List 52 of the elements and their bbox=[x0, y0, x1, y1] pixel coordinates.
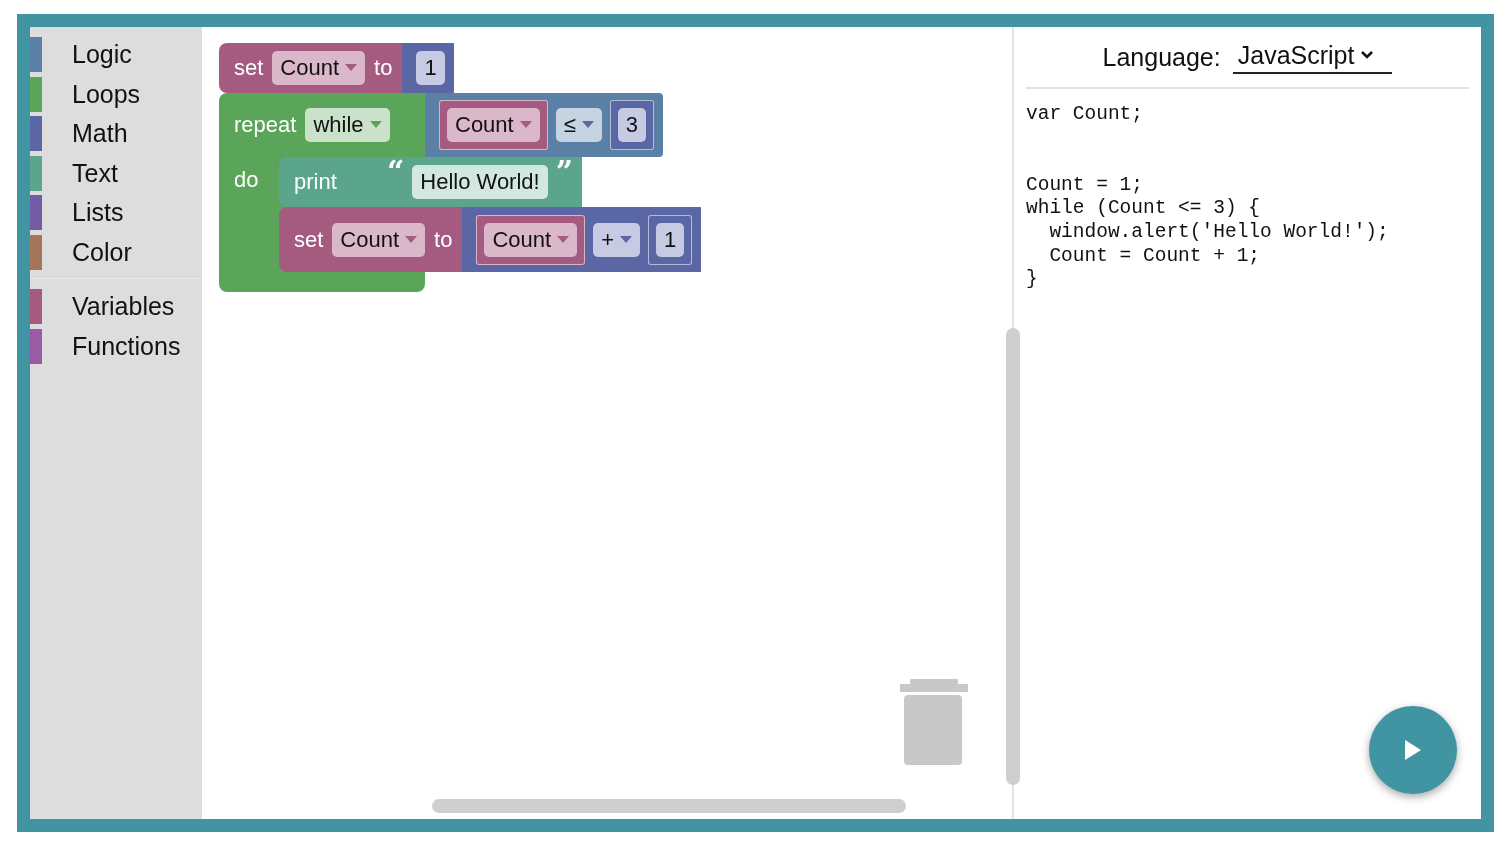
caret-icon bbox=[519, 121, 532, 129]
category-label: Lists bbox=[72, 198, 124, 228]
category-item[interactable]: Lists bbox=[30, 193, 202, 233]
dropdown-field[interactable]: Count bbox=[484, 222, 578, 257]
block-label: to bbox=[434, 226, 453, 253]
play-icon bbox=[1404, 739, 1422, 761]
category-label: Math bbox=[72, 119, 128, 149]
dropdown-field[interactable]: Count bbox=[332, 222, 426, 257]
category-item[interactable]: Color bbox=[30, 232, 202, 272]
dropdown-field[interactable]: + bbox=[593, 222, 640, 257]
dropdown-field[interactable]: Count bbox=[447, 108, 540, 142]
language-select[interactable]: JavaScript bbox=[1232, 40, 1393, 74]
caret-icon bbox=[620, 235, 632, 244]
block-label: repeat bbox=[234, 112, 297, 138]
caret-icon bbox=[581, 121, 594, 129]
category-item[interactable]: Math bbox=[30, 114, 202, 154]
text-field[interactable]: Hello World! bbox=[412, 165, 548, 199]
caret-icon bbox=[405, 235, 418, 244]
run-button[interactable] bbox=[1369, 706, 1457, 794]
caret-icon bbox=[369, 121, 382, 129]
quote-mark: ” bbox=[555, 157, 573, 187]
caret-icon bbox=[345, 64, 358, 72]
category-label: Logic bbox=[72, 40, 132, 70]
category-label: Variables bbox=[72, 292, 175, 322]
category-item[interactable]: Logic bbox=[30, 35, 202, 75]
language-label: Language: bbox=[1102, 42, 1221, 72]
horizontal-scrollbar[interactable] bbox=[432, 799, 906, 813]
caret-icon bbox=[557, 235, 570, 244]
number-field[interactable]: 1 bbox=[416, 51, 445, 85]
number-field[interactable]: 3 bbox=[617, 108, 647, 142]
number-field[interactable]: 1 bbox=[656, 222, 685, 257]
quote-mark: “ bbox=[387, 157, 405, 187]
vertical-scrollbar[interactable] bbox=[1006, 328, 1020, 785]
block-label: set bbox=[294, 226, 324, 253]
category-label: Functions bbox=[72, 331, 181, 361]
dropdown-field[interactable]: ≤ bbox=[555, 108, 602, 142]
dropdown-field[interactable]: Count bbox=[272, 51, 366, 85]
category-label: Text bbox=[72, 158, 118, 188]
dropdown-field[interactable]: while bbox=[305, 108, 390, 142]
block-label: set bbox=[234, 55, 264, 81]
category-label: Loops bbox=[72, 79, 141, 109]
block-label: do bbox=[234, 167, 259, 192]
category-item[interactable]: Text bbox=[30, 153, 202, 193]
trash-icon[interactable] bbox=[900, 679, 968, 765]
category-label: Color bbox=[72, 237, 132, 267]
block-label: print bbox=[294, 169, 337, 195]
category-item[interactable]: Loops bbox=[30, 74, 202, 114]
category-item[interactable]: Variables bbox=[30, 287, 202, 327]
chevron-down-icon bbox=[1360, 50, 1375, 60]
category-item[interactable]: Functions bbox=[30, 326, 202, 366]
block-label: to bbox=[374, 55, 393, 81]
generated-code: var Count; Count = 1; while (Count <= 3) { window.alert('Hello World!'); Count = Count + 1; } bbox=[1026, 103, 1390, 292]
